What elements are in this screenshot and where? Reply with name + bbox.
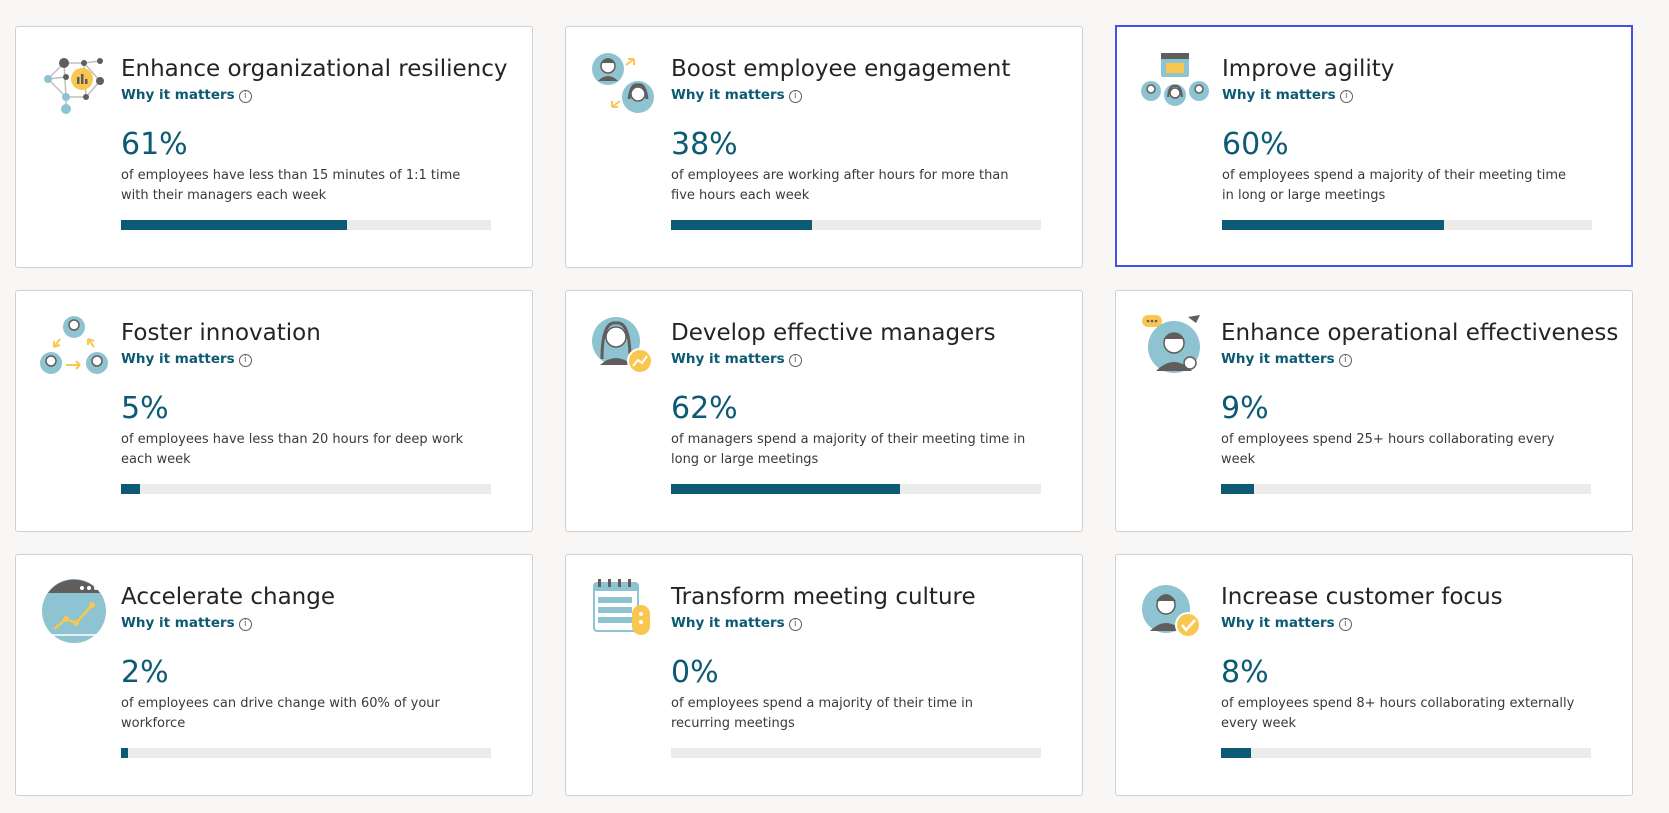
- card-title: Improve agility: [1222, 56, 1395, 82]
- card-customer-focus[interactable]: Increase customer focus Why it matters i …: [1115, 554, 1633, 796]
- metric-percent: 60%: [1222, 127, 1289, 162]
- info-icon[interactable]: i: [1338, 618, 1352, 631]
- card-foster-innovation[interactable]: Foster innovation Why it matters i 5% of …: [15, 290, 533, 532]
- calendar-recurring-icon: [588, 575, 660, 647]
- progress-fill: [1221, 748, 1251, 758]
- metric-description: of employees spend 8+ hours collaboratin…: [1221, 696, 1575, 731]
- metric-percent: 61%: [121, 127, 188, 162]
- progress-bar: [121, 484, 491, 494]
- card-title: Transform meeting culture: [671, 584, 976, 610]
- why-it-matters-label: Why it matters: [121, 615, 235, 631]
- info-icon[interactable]: i: [788, 618, 802, 631]
- card-improve-agility[interactable]: Improve agility Why it matters i 60% of e…: [1115, 25, 1633, 267]
- trend-window-icon: [38, 575, 110, 647]
- why-it-matters-link[interactable]: Why it matters i: [1221, 614, 1352, 632]
- card-meeting-culture[interactable]: Transform meeting culture Why it matters…: [565, 554, 1083, 796]
- metric-percent: 62%: [671, 391, 738, 426]
- why-it-matters-label: Why it matters: [671, 87, 785, 103]
- card-effective-managers[interactable]: Develop effective managers Why it matter…: [565, 290, 1083, 532]
- why-it-matters-link[interactable]: Why it matters i: [1222, 86, 1353, 104]
- metric-description: of employees spend a majority of their m…: [1222, 168, 1567, 203]
- why-it-matters-label: Why it matters: [1221, 615, 1335, 631]
- progress-bar: [1221, 748, 1591, 758]
- card-accelerate-change[interactable]: Accelerate change Why it matters i 2% of …: [15, 554, 533, 796]
- why-it-matters-label: Why it matters: [671, 615, 785, 631]
- progress-fill: [671, 220, 812, 230]
- metric-percent: 9%: [1221, 391, 1269, 426]
- card-title: Increase customer focus: [1221, 584, 1503, 610]
- card-organizational-resiliency[interactable]: Enhance organizational resiliency Why it…: [15, 26, 533, 268]
- people-cycle-icon: [38, 311, 110, 383]
- why-it-matters-label: Why it matters: [671, 351, 785, 367]
- metric-percent: 8%: [1221, 655, 1269, 690]
- progress-bar: [671, 484, 1041, 494]
- why-it-matters-label: Why it matters: [1222, 87, 1336, 103]
- progress-bar: [1221, 484, 1591, 494]
- metric-percent: 2%: [121, 655, 169, 690]
- progress-fill: [121, 748, 129, 758]
- progress-fill: [671, 484, 901, 494]
- progress-bar: [121, 220, 491, 230]
- why-it-matters-label: Why it matters: [1221, 351, 1335, 367]
- info-icon[interactable]: i: [1339, 90, 1353, 103]
- info-icon[interactable]: i: [788, 90, 802, 103]
- scenario-grid: Enhance organizational resiliency Why it…: [0, 0, 1669, 813]
- people-exchange-icon: [588, 47, 660, 119]
- info-icon[interactable]: i: [788, 354, 802, 367]
- info-icon[interactable]: i: [238, 90, 252, 103]
- card-title: Boost employee engagement: [671, 56, 1011, 82]
- metric-description: of employees have less than 20 hours for…: [121, 432, 464, 467]
- metric-description: of employees spend 25+ hours collaborati…: [1221, 432, 1555, 467]
- progress-fill: [1222, 220, 1444, 230]
- metric-description: of employees have less than 15 minutes o…: [121, 168, 461, 203]
- card-employee-engagement[interactable]: Boost employee engagement Why it matters…: [565, 26, 1083, 268]
- metric-description: of managers spend a majority of their me…: [671, 432, 1026, 467]
- metric-description: of employees are working after hours for…: [671, 168, 1009, 203]
- metric-percent: 0%: [671, 655, 719, 690]
- card-operational-effectiveness[interactable]: Enhance operational effectiveness Why it…: [1115, 290, 1633, 532]
- why-it-matters-link[interactable]: Why it matters i: [671, 350, 802, 368]
- metric-description: of employees spend a majority of their t…: [671, 696, 973, 731]
- manager-growth-icon: [588, 311, 660, 383]
- progress-bar: [671, 220, 1041, 230]
- card-title: Develop effective managers: [671, 320, 996, 346]
- info-icon[interactable]: i: [238, 354, 252, 367]
- progress-bar: [671, 748, 1041, 758]
- why-it-matters-link[interactable]: Why it matters i: [1221, 350, 1352, 368]
- why-it-matters-link[interactable]: Why it matters i: [121, 86, 252, 104]
- progress-bar: [121, 748, 491, 758]
- progress-fill: [121, 484, 140, 494]
- info-icon[interactable]: i: [1338, 354, 1352, 367]
- why-it-matters-link[interactable]: Why it matters i: [121, 350, 252, 368]
- progress-fill: [1221, 484, 1255, 494]
- card-title: Enhance organizational resiliency: [121, 56, 508, 82]
- why-it-matters-link[interactable]: Why it matters i: [671, 86, 802, 104]
- why-it-matters-label: Why it matters: [121, 87, 235, 103]
- progress-fill: [121, 220, 347, 230]
- why-it-matters-link[interactable]: Why it matters i: [671, 614, 802, 632]
- metric-percent: 38%: [671, 127, 738, 162]
- person-chat-icon: [1138, 311, 1210, 383]
- network-chart-icon: [38, 47, 110, 119]
- card-title: Accelerate change: [121, 584, 335, 610]
- metric-percent: 5%: [121, 391, 169, 426]
- why-it-matters-link[interactable]: Why it matters i: [121, 614, 252, 632]
- card-title: Enhance operational effectiveness: [1221, 320, 1619, 346]
- progress-bar: [1222, 220, 1592, 230]
- person-check-icon: [1138, 575, 1210, 647]
- metric-description: of employees can drive change with 60% o…: [121, 696, 440, 731]
- info-icon[interactable]: i: [238, 618, 252, 631]
- calendar-people-icon: [1139, 47, 1211, 119]
- card-title: Foster innovation: [121, 320, 321, 346]
- why-it-matters-label: Why it matters: [121, 351, 235, 367]
